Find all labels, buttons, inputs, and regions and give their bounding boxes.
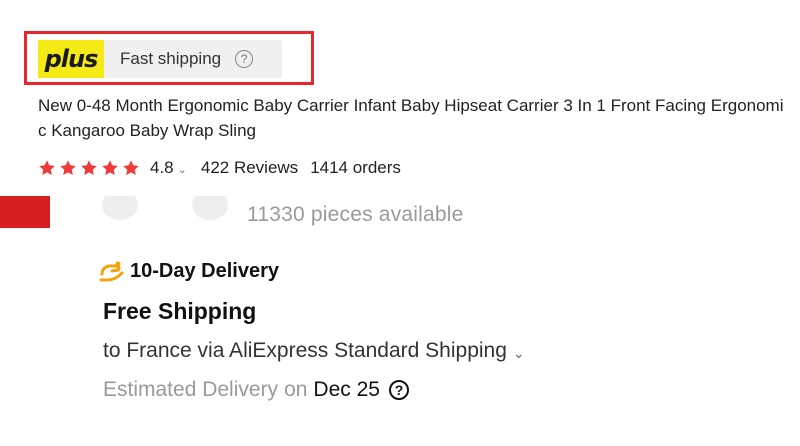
rating-row: 4.8 ⌄ 422 Reviews 1414 orders [38, 158, 401, 178]
product-title: New 0-48 Month Ergonomic Baby Carrier In… [38, 96, 784, 140]
star-icon [123, 160, 139, 176]
chevron-down-icon[interactable]: ⌄ [178, 163, 187, 176]
star-icon [60, 160, 76, 176]
estimate-label: Estimated Delivery [103, 378, 279, 401]
plus-logo: plus [38, 40, 104, 78]
delivery-badge: 10-Day Delivery [98, 258, 279, 285]
product-summary-card: plus Fast shipping ? New 0-48 Month Ergo… [0, 0, 800, 196]
fast-shipping-badge[interactable]: plus Fast shipping ? [38, 40, 282, 78]
star-icon [81, 160, 97, 176]
rating-value[interactable]: 4.8 [150, 158, 174, 178]
estimated-delivery: Estimated Delivery on Dec 25 ? [103, 378, 409, 402]
shipping-method-selector[interactable]: to France via AliExpress Standard Shippi… [103, 339, 525, 363]
estimate-on: on [284, 378, 308, 401]
estimate-date: Dec 25 [313, 378, 380, 401]
help-circle-icon[interactable]: ? [388, 380, 409, 400]
shipping-route-text: to France via AliExpress Standard Shippi… [103, 339, 507, 362]
delivery-hand-icon [98, 258, 125, 285]
chevron-down-icon: ⌄ [512, 344, 525, 361]
pieces-available: 11330 pieces available [247, 203, 464, 226]
orders-count: 1414 orders [310, 158, 401, 177]
free-shipping-title: Free Shipping [103, 298, 257, 324]
red-edge-accent [0, 196, 50, 228]
star-icon [102, 160, 118, 176]
star-rating [38, 159, 140, 177]
star-icon [39, 160, 55, 176]
help-circle-icon[interactable]: ? [235, 50, 254, 68]
reviews-link[interactable]: 422 Reviews [201, 158, 298, 178]
delivery-title: 10-Day Delivery [130, 260, 279, 282]
fast-shipping-label: Fast shipping [120, 49, 222, 68]
